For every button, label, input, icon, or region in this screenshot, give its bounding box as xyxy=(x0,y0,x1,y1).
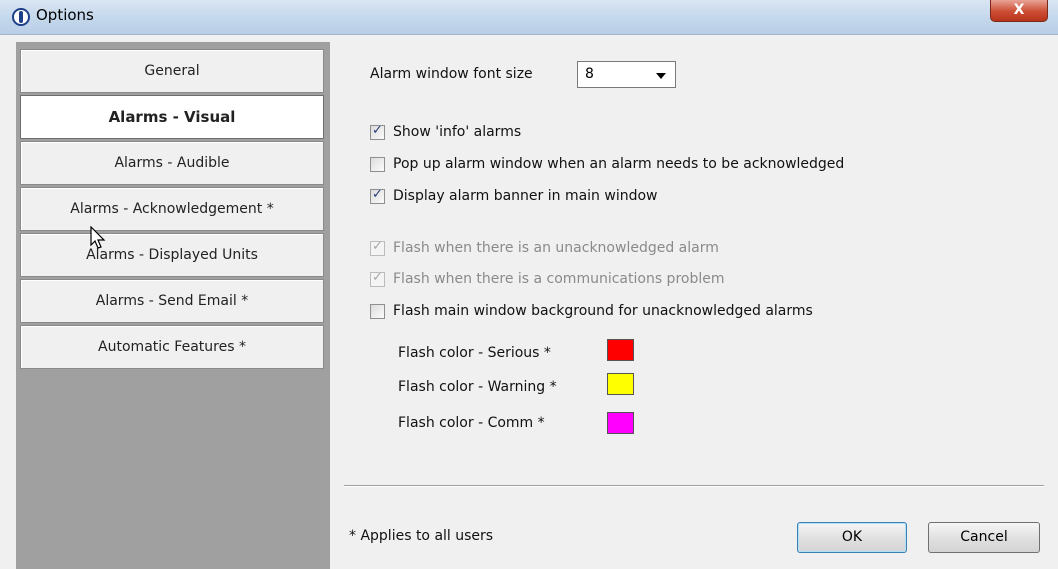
font-size-select[interactable]: 8 xyxy=(577,61,676,88)
flash-color-serious-swatch[interactable] xyxy=(607,339,634,361)
applies-note: * Applies to all users xyxy=(349,528,494,544)
popup-alarm-window-checkbox[interactable] xyxy=(370,157,385,172)
nav-label: General xyxy=(144,63,200,79)
display-alarm-banner-checkbox[interactable]: ✓ xyxy=(370,187,385,204)
flash-comm-problem-label: Flash when there is a communications pro… xyxy=(393,271,725,287)
check-icon: ✓ xyxy=(372,239,383,254)
flash-color-warning-swatch[interactable] xyxy=(607,373,634,395)
font-size-value: 8 xyxy=(585,66,594,82)
options-nav-panel: General Alarms - Visual Alarms - Audible… xyxy=(16,42,330,569)
check-icon: ✓ xyxy=(372,187,383,202)
nav-automatic-features[interactable]: Automatic Features * xyxy=(20,325,324,369)
nav-label: Alarms - Acknowledgement * xyxy=(70,201,274,217)
flash-background-label: Flash main window background for unackno… xyxy=(393,303,813,319)
nav-label: Alarms - Displayed Units xyxy=(86,247,258,263)
nav-alarms-acknowledgement[interactable]: Alarms - Acknowledgement * xyxy=(20,187,324,231)
title-bar: Options X xyxy=(0,0,1058,35)
nav-label: Alarms - Visual xyxy=(108,108,236,126)
nav-label: Alarms - Audible xyxy=(114,155,230,171)
nav-alarms-displayed-units[interactable]: Alarms - Displayed Units xyxy=(20,233,324,277)
cancel-button[interactable]: Cancel xyxy=(928,522,1040,553)
flash-unacknowledged-checkbox: ✓ xyxy=(370,239,385,256)
flash-color-comm-label: Flash color - Comm * xyxy=(398,415,545,431)
flash-unacknowledged-label: Flash when there is an unacknowledged al… xyxy=(393,240,719,256)
check-icon: ✓ xyxy=(372,123,383,138)
show-info-alarms-label: Show 'info' alarms xyxy=(393,124,522,140)
close-button[interactable]: X xyxy=(990,0,1048,22)
flash-color-serious-label: Flash color - Serious * xyxy=(398,345,551,361)
nav-alarms-visual[interactable]: Alarms - Visual xyxy=(20,95,324,139)
nav-alarms-send-email[interactable]: Alarms - Send Email * xyxy=(20,279,324,323)
cancel-label: Cancel xyxy=(960,529,1008,545)
ok-label: OK xyxy=(841,529,863,545)
chevron-down-icon xyxy=(656,73,666,79)
nav-label: Automatic Features * xyxy=(98,339,246,355)
ok-button[interactable]: OK xyxy=(797,522,907,553)
nav-alarms-audible[interactable]: Alarms - Audible xyxy=(20,141,324,185)
show-info-alarms-checkbox[interactable]: ✓ xyxy=(370,123,385,140)
footer-divider xyxy=(344,485,1044,487)
nav-label: Alarms - Send Email * xyxy=(95,293,249,309)
nav-general[interactable]: General xyxy=(20,49,324,93)
window-title: Options xyxy=(36,6,94,24)
app-icon xyxy=(12,8,30,26)
mouse-cursor-icon xyxy=(90,226,106,249)
close-icon: X xyxy=(1013,2,1025,18)
flash-background-checkbox[interactable] xyxy=(370,304,385,319)
flash-color-warning-label: Flash color - Warning * xyxy=(398,379,557,395)
check-icon: ✓ xyxy=(372,270,383,285)
display-alarm-banner-label: Display alarm banner in main window xyxy=(393,188,658,204)
popup-alarm-window-label: Pop up alarm window when an alarm needs … xyxy=(393,156,845,172)
font-size-label: Alarm window font size xyxy=(370,66,533,82)
flash-color-comm-swatch[interactable] xyxy=(607,412,634,434)
flash-comm-problem-checkbox: ✓ xyxy=(370,270,385,287)
